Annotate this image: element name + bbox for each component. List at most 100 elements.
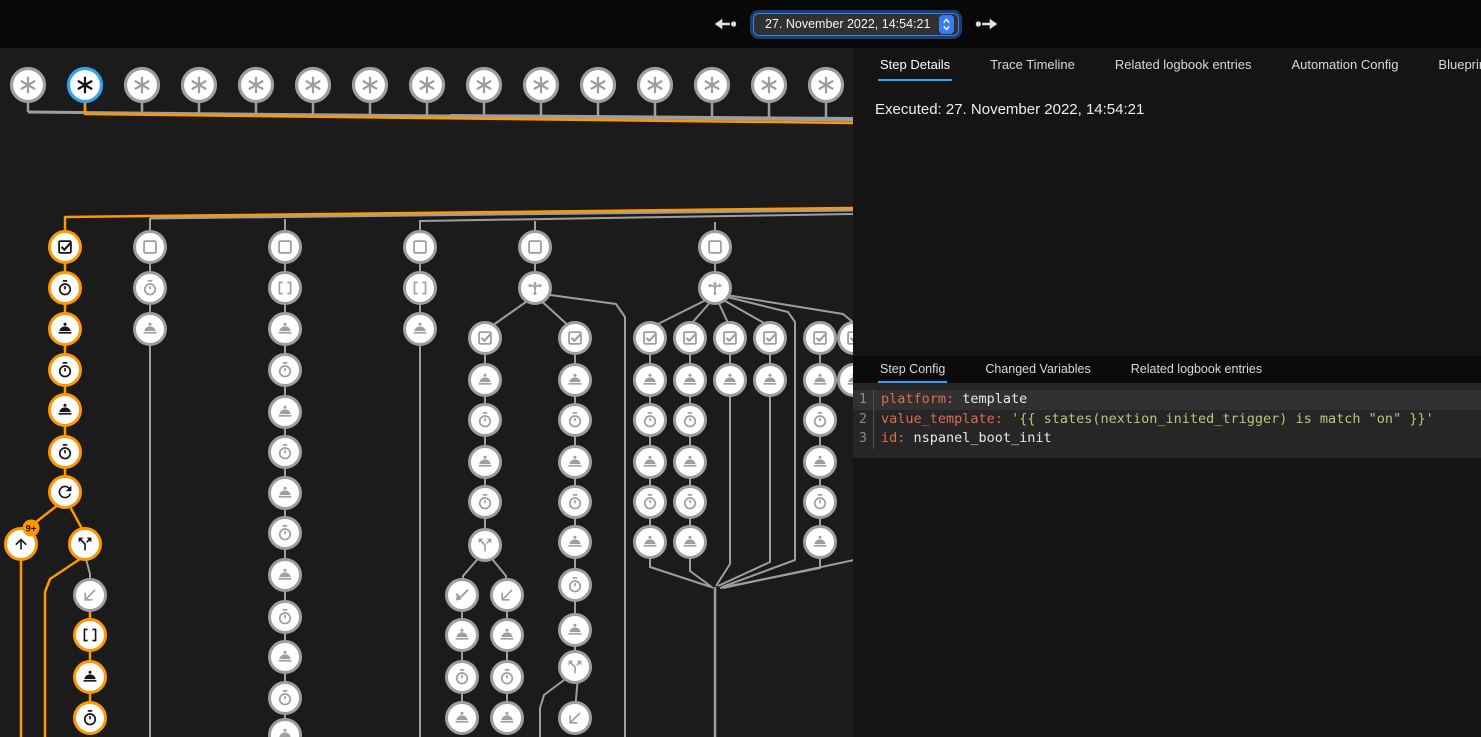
trace-node-call-split[interactable] bbox=[470, 530, 501, 561]
trace-node-dome[interactable] bbox=[470, 365, 501, 396]
trace-node-call-split[interactable] bbox=[560, 652, 591, 683]
trace-node-arrow-bottom-left[interactable] bbox=[492, 580, 523, 611]
trace-node-timer[interactable] bbox=[135, 273, 166, 304]
trigger-node[interactable] bbox=[240, 69, 273, 102]
trace-node-timer[interactable] bbox=[492, 662, 523, 693]
previous-trace-button[interactable] bbox=[712, 11, 738, 37]
trace-node-dome[interactable] bbox=[560, 527, 591, 558]
trace-node-checkbox-blank[interactable] bbox=[270, 232, 301, 263]
trace-node-dome[interactable] bbox=[675, 365, 706, 396]
trace-node-dome[interactable] bbox=[715, 365, 746, 396]
trace-node-timer[interactable] bbox=[675, 487, 706, 518]
trace-node-dome[interactable] bbox=[405, 314, 436, 345]
trace-node-call-split[interactable] bbox=[70, 529, 101, 560]
trace-node-timer[interactable] bbox=[635, 487, 666, 518]
trace-node-brackets[interactable] bbox=[405, 273, 436, 304]
trace-node-timer[interactable] bbox=[270, 437, 301, 468]
trace-node-checkbox-marked[interactable] bbox=[755, 323, 786, 354]
trace-node-dome[interactable] bbox=[635, 447, 666, 478]
tab-step-details[interactable]: Step Details bbox=[878, 49, 952, 81]
trace-node-dome[interactable] bbox=[635, 365, 666, 396]
trace-node-dome[interactable] bbox=[635, 527, 666, 558]
trace-node-check-arrow[interactable] bbox=[447, 580, 478, 611]
trace-node-dome[interactable] bbox=[270, 478, 301, 509]
trigger-node[interactable] bbox=[411, 69, 444, 102]
trace-node-brackets[interactable] bbox=[75, 620, 106, 651]
trace-node-dome[interactable] bbox=[447, 620, 478, 651]
trace-node-timer[interactable] bbox=[270, 355, 301, 386]
tab-trace-timeline[interactable]: Trace Timeline bbox=[988, 49, 1077, 81]
trigger-node[interactable] bbox=[12, 69, 45, 102]
trace-node-checkbox-marked[interactable] bbox=[839, 323, 854, 354]
trace-node-arrow-decision[interactable] bbox=[520, 273, 551, 304]
trace-node-dome[interactable] bbox=[755, 365, 786, 396]
trace-node-timer[interactable] bbox=[75, 703, 106, 734]
trigger-node[interactable] bbox=[183, 69, 216, 102]
trace-node-refresh[interactable] bbox=[50, 477, 81, 508]
trigger-node[interactable] bbox=[297, 69, 330, 102]
trace-node-timer[interactable] bbox=[50, 273, 81, 304]
trace-node-dome[interactable] bbox=[805, 365, 836, 396]
trace-node-dome[interactable] bbox=[839, 365, 854, 396]
trace-node-dome[interactable] bbox=[805, 527, 836, 558]
trace-node-checkbox-blank[interactable] bbox=[405, 232, 436, 263]
trace-node-timer[interactable] bbox=[675, 405, 706, 436]
trace-node-timer[interactable] bbox=[470, 405, 501, 436]
trigger-node[interactable] bbox=[354, 69, 387, 102]
trace-node-dome[interactable] bbox=[492, 703, 523, 734]
config-tab-step-config[interactable]: Step Config bbox=[878, 356, 947, 383]
trace-node-dome[interactable] bbox=[470, 447, 501, 478]
trace-node-dome[interactable] bbox=[135, 314, 166, 345]
trace-node-checkbox-marked[interactable] bbox=[560, 323, 591, 354]
trace-node-arrow-decision[interactable] bbox=[700, 273, 731, 304]
trigger-node[interactable] bbox=[639, 69, 672, 102]
trigger-node[interactable] bbox=[126, 69, 159, 102]
tab-automation-config[interactable]: Automation Config bbox=[1289, 49, 1400, 81]
trace-node-checkbox-marked[interactable] bbox=[675, 323, 706, 354]
trace-node-timer[interactable] bbox=[447, 662, 478, 693]
config-tab-changed-variables[interactable]: Changed Variables bbox=[983, 356, 1092, 383]
tab-related-logbook-entries[interactable]: Related logbook entries bbox=[1113, 49, 1254, 81]
trace-node-dome[interactable] bbox=[805, 447, 836, 478]
yaml-code-editor[interactable]: 1platform: template2value_template: '{{ … bbox=[853, 383, 1481, 458]
trace-node-timer[interactable] bbox=[560, 487, 591, 518]
config-tab-related-logbook-entries[interactable]: Related logbook entries bbox=[1129, 356, 1264, 383]
trace-graph[interactable]: 9+ bbox=[0, 48, 853, 737]
trigger-node[interactable] bbox=[582, 69, 615, 102]
trace-node-timer[interactable] bbox=[270, 518, 301, 549]
trace-node-timer[interactable] bbox=[50, 355, 81, 386]
trace-node-dome[interactable] bbox=[560, 447, 591, 478]
trace-node-checkbox-marked[interactable] bbox=[715, 323, 746, 354]
trace-node-timer[interactable] bbox=[560, 570, 591, 601]
trace-node-checkbox-marked[interactable] bbox=[470, 323, 501, 354]
trace-node-timer[interactable] bbox=[50, 437, 81, 468]
trace-node-brackets[interactable] bbox=[270, 273, 301, 304]
trace-node-dome[interactable] bbox=[270, 314, 301, 345]
trace-node-dome[interactable] bbox=[675, 447, 706, 478]
tab-blueprint-config[interactable]: Blueprint Config bbox=[1436, 49, 1481, 81]
trace-node-dome[interactable] bbox=[270, 720, 301, 737]
trigger-node[interactable] bbox=[525, 69, 558, 102]
trace-node-checkbox-marked[interactable] bbox=[635, 323, 666, 354]
trace-node-checkbox-blank[interactable] bbox=[520, 232, 551, 263]
trace-node-dome[interactable] bbox=[75, 662, 106, 693]
trace-node-timer[interactable] bbox=[635, 405, 666, 436]
trace-node-dome[interactable] bbox=[492, 620, 523, 651]
trace-node-dome[interactable] bbox=[675, 527, 706, 558]
trace-node-checkbox-blank[interactable] bbox=[700, 232, 731, 263]
trace-node-dome[interactable] bbox=[50, 395, 81, 426]
trigger-node[interactable] bbox=[753, 69, 786, 102]
trace-node-dome[interactable] bbox=[560, 365, 591, 396]
trace-node-timer[interactable] bbox=[560, 405, 591, 436]
trace-node-timer[interactable] bbox=[270, 602, 301, 633]
trace-node-checkbox-marked[interactable] bbox=[805, 323, 836, 354]
trace-node-arrow-bottom-left[interactable] bbox=[560, 703, 591, 734]
trace-node-timer[interactable] bbox=[805, 487, 836, 518]
trace-node-dome[interactable] bbox=[447, 703, 478, 734]
trigger-node[interactable] bbox=[810, 69, 843, 102]
trace-node-dome[interactable] bbox=[560, 615, 591, 646]
trace-node-timer[interactable] bbox=[270, 683, 301, 714]
trace-timestamp-select[interactable]: 27. November 2022, 14:54:21 bbox=[753, 13, 959, 36]
next-trace-button[interactable] bbox=[974, 11, 1000, 37]
trace-node-checkbox-marked[interactable] bbox=[50, 232, 81, 263]
